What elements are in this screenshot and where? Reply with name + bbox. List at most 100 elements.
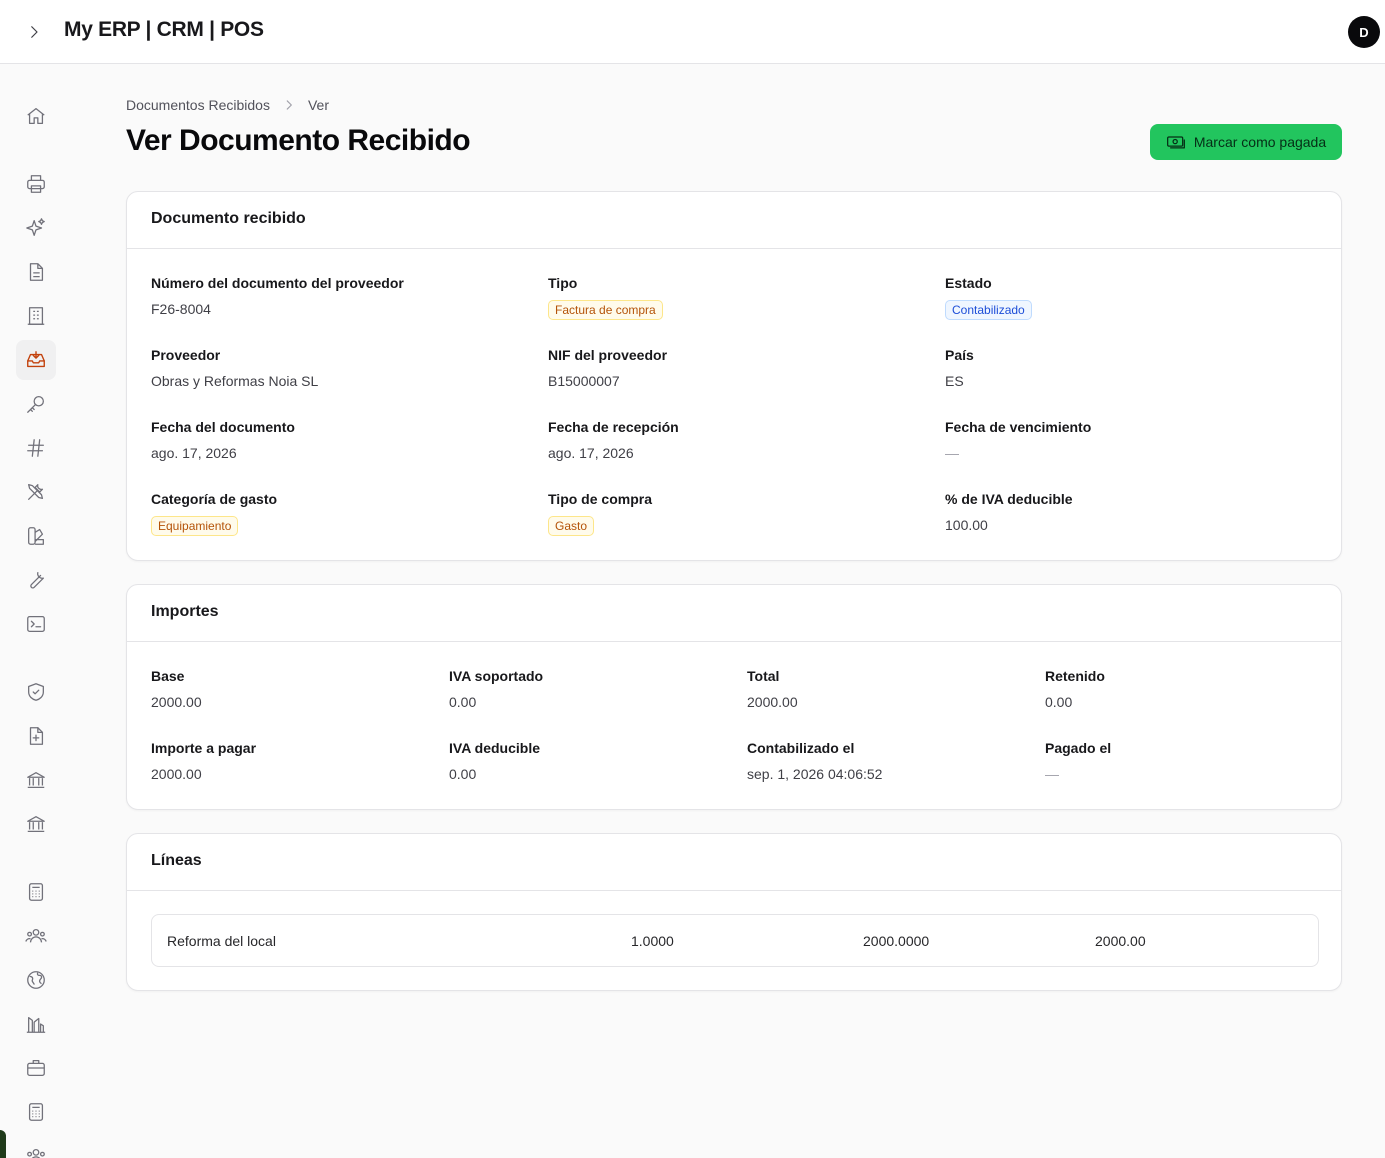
sidebar-item-accounting[interactable] — [16, 872, 56, 912]
field-label: % de IVA deducible — [945, 491, 1073, 507]
sidebar-item-bank[interactable] — [16, 760, 56, 800]
field-label: Pagado el — [1045, 740, 1112, 756]
sidebar-item-tools[interactable] — [16, 472, 56, 512]
field-label: Proveedor — [151, 347, 221, 363]
bank-icon — [27, 772, 45, 788]
sidebar-item-home[interactable] — [16, 96, 56, 136]
bank-icon — [27, 816, 45, 832]
sidebar-item-international[interactable] — [16, 960, 56, 1000]
sidebar-item-new-document[interactable] — [16, 716, 56, 756]
field-label: País — [945, 347, 974, 363]
field-value: 2000.00 — [151, 766, 202, 782]
field-label: Estado — [945, 275, 992, 291]
top-bar: My ERP | CRM | POS D — [0, 0, 1385, 64]
field-value: 100.00 — [945, 517, 988, 533]
field-supplier: Proveedor Obras y Reformas Noia SL — [151, 347, 318, 389]
building-icon — [27, 307, 45, 325]
sidebar-item-security[interactable] — [16, 672, 56, 712]
field-withheld: Retenido 0.00 — [1045, 668, 1105, 710]
field-value: 2000.00 — [747, 694, 798, 710]
field-supplier-doc-number: Número del documento del proveedor F26-8… — [151, 275, 404, 317]
field-label: Fecha de recepción — [548, 419, 679, 435]
swatch-icon — [28, 527, 44, 545]
banknote-icon — [1166, 136, 1185, 149]
field-label: Número del documento del proveedor — [151, 275, 404, 291]
breadcrumb-current: Ver — [307, 97, 329, 113]
sidebar-item-users[interactable] — [16, 1136, 56, 1158]
field-status: Estado Contabilizado — [945, 275, 1032, 320]
user-avatar[interactable]: D — [1348, 16, 1380, 48]
sidebar-item-ai[interactable] — [16, 208, 56, 248]
line-total: 2000.00 — [1095, 933, 1146, 949]
sidebar-item-documents[interactable] — [16, 252, 56, 292]
field-document-date: Fecha del documento ago. 17, 2026 — [151, 419, 295, 461]
sidebar-item-contacts[interactable] — [16, 916, 56, 956]
sidebar-item-print[interactable] — [16, 164, 56, 204]
type-badge: Factura de compra — [548, 300, 663, 320]
field-label: Fecha de vencimiento — [945, 419, 1092, 435]
line-description: Reforma del local — [167, 933, 276, 949]
category-badge: Equipamiento — [151, 516, 239, 536]
sidebar-item-reports[interactable] — [16, 1004, 56, 1044]
sidebar-item-keys[interactable] — [16, 384, 56, 424]
lines-card: Líneas Reforma del local 1.0000 2000.000… — [126, 833, 1342, 991]
field-value: 0.00 — [1045, 694, 1073, 710]
field-paid-at: Pagado el — — [1045, 740, 1111, 782]
sidebar-item-company[interactable] — [16, 296, 56, 336]
hashtag-icon — [27, 439, 44, 457]
field-label: IVA deducible — [449, 740, 541, 756]
field-label: IVA soportado — [449, 668, 544, 684]
sparkles-icon — [26, 218, 45, 236]
chart-building-icon — [26, 1016, 46, 1033]
field-label: Fecha del documento — [151, 419, 295, 435]
breadcrumb: Documentos Recibidos Ver — [126, 97, 329, 113]
chevron-right-icon — [31, 26, 38, 38]
field-vat-input: IVA soportado 0.00 — [449, 668, 543, 710]
field-value: ago. 17, 2026 — [151, 445, 237, 461]
field-reception-date: Fecha de recepción ago. 17, 2026 — [548, 419, 679, 461]
status-badge: Contabilizado — [945, 300, 1032, 320]
sidebar-item-numbering[interactable] — [16, 428, 56, 468]
mark-as-paid-button[interactable]: Marcar como pagada — [1150, 124, 1342, 160]
field-expense-category: Categoría de gasto Equipamiento — [151, 491, 277, 536]
field-value: Obras y Reformas Noia SL — [151, 373, 319, 389]
field-value: 0.00 — [449, 766, 477, 782]
field-value: ago. 17, 2026 — [548, 445, 634, 461]
field-deductible-vat-pct: % de IVA deducible 100.00 — [945, 491, 1073, 533]
sidebar — [0, 65, 72, 1158]
sidebar-item-calculations[interactable] — [16, 1092, 56, 1132]
user-group-icon — [27, 1148, 45, 1158]
sidebar-item-console[interactable] — [16, 604, 56, 644]
field-value: sep. 1, 2026 04:06:52 — [747, 766, 883, 782]
inbox-download-icon — [27, 351, 45, 368]
card-heading: Documento recibido — [127, 192, 1341, 249]
field-posted-at: Contabilizado el sep. 1, 2026 04:06:52 — [747, 740, 882, 782]
field-supplier-nif: NIF del proveedor B15000007 — [548, 347, 667, 389]
field-label: Importe a pagar — [151, 740, 257, 756]
sidebar-item-bank-accounts[interactable] — [16, 804, 56, 844]
field-value: 2000.00 — [151, 694, 202, 710]
field-label: Tipo de compra — [548, 491, 652, 507]
sidebar-item-received-documents[interactable] — [16, 340, 56, 380]
globe-icon — [27, 971, 45, 989]
sidebar-item-maintenance[interactable] — [16, 560, 56, 600]
chevron-right-icon — [286, 100, 292, 110]
field-label: Tipo — [548, 275, 578, 291]
field-value: — — [1045, 766, 1059, 782]
printer-icon — [27, 175, 45, 193]
field-value: B15000007 — [548, 373, 620, 389]
field-amount-payable: Importe a pagar 2000.00 — [151, 740, 256, 782]
received-document-card: Documento recibido Número del documento … — [126, 191, 1342, 561]
purchase-type-badge: Gasto — [548, 516, 595, 536]
field-vat-deductible: IVA deducible 0.00 — [449, 740, 540, 782]
calculator-icon — [28, 883, 44, 901]
breadcrumb-parent-link[interactable]: Documentos Recibidos — [126, 97, 270, 113]
sidebar-item-business[interactable] — [16, 1048, 56, 1088]
card-heading: Líneas — [127, 834, 1341, 891]
field-country: País ES — [945, 347, 974, 389]
sidebar-toggle-button[interactable] — [22, 20, 46, 44]
field-purchase-type: Tipo de compra Gasto — [548, 491, 652, 536]
sidebar-item-appearance[interactable] — [16, 516, 56, 556]
document-icon — [29, 263, 44, 281]
window-corner-decoration — [0, 1130, 6, 1158]
